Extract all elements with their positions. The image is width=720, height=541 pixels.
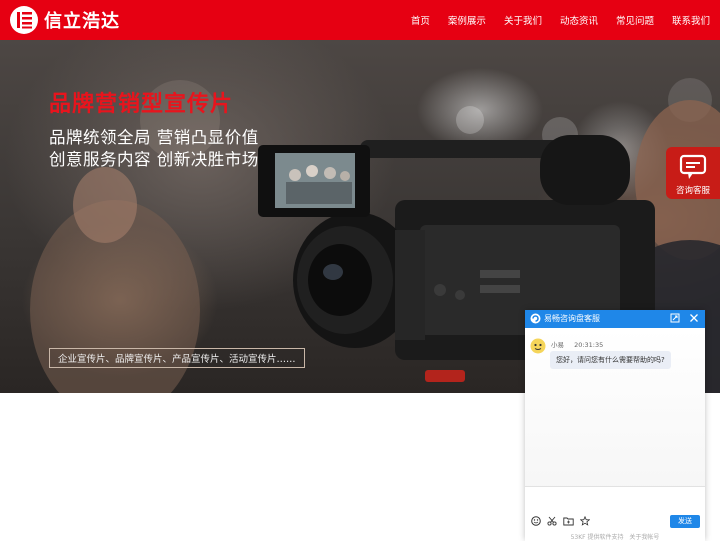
close-icon[interactable]: [689, 313, 699, 323]
nav-cases[interactable]: 案例展示: [448, 13, 486, 27]
emoji-icon[interactable]: [531, 516, 541, 526]
chat-bubble-icon: [679, 154, 707, 179]
consult-service-button[interactable]: 咨询客服: [666, 147, 720, 199]
nav-home[interactable]: 首页: [411, 13, 430, 27]
site-header: 信立浩达 首页 案例展示 关于我们 动态资讯 常见问题 联系我们: [0, 0, 720, 40]
hero-service-tags: 企业宣传片、品牌宣传片、产品宣传片、活动宣传片……: [49, 348, 305, 368]
send-button[interactable]: 发送: [670, 515, 700, 528]
expand-icon[interactable]: [670, 313, 680, 323]
logo-icon: [10, 6, 38, 34]
message-bubble: 您好，请问您有什么需要帮助的吗?: [550, 351, 671, 369]
star-icon[interactable]: [580, 516, 590, 526]
message-time: 20:31:35: [574, 341, 604, 349]
folder-icon[interactable]: [563, 516, 574, 526]
agent-name: 小易: [551, 341, 564, 349]
nav-about[interactable]: 关于我们: [504, 13, 542, 27]
chat-message-area: 小易 20:31:35 您好，请问您有什么需要帮助的吗?: [525, 328, 705, 498]
hero-title: 品牌营销型宣传片: [49, 92, 234, 117]
scissors-icon[interactable]: [547, 516, 557, 526]
chat-widget: 易畅咨询盘客服 小易 20:31:35 您好，请问您有什么需要帮助的吗? 发送 …: [525, 310, 705, 541]
chat-logo-icon: [530, 313, 541, 324]
consult-service-label: 咨询客服: [675, 186, 710, 196]
hero-slogan-line-1: 品牌统领全局 营销凸显价值: [49, 128, 259, 147]
chat-header[interactable]: 易畅咨询盘客服: [525, 310, 705, 328]
main-nav: 首页 案例展示 关于我们 动态资讯 常见问题 联系我们: [393, 0, 710, 40]
chat-title: 易畅咨询盘客服: [544, 314, 600, 323]
nav-contact[interactable]: 联系我们: [672, 13, 710, 27]
nav-faq[interactable]: 常见问题: [616, 13, 654, 27]
hero-slogan-line-2: 创意服务内容 创新决胜市场: [49, 150, 259, 169]
message-meta: 小易 20:31:35: [551, 339, 611, 349]
agent-avatar: [530, 338, 546, 354]
nav-news[interactable]: 动态资讯: [560, 13, 598, 27]
logo-text: 信立浩达: [44, 11, 120, 32]
logo[interactable]: 信立浩达: [10, 5, 120, 35]
chat-input-area[interactable]: 发送 53KF 提供软件支持 关于我帐号: [525, 486, 705, 541]
